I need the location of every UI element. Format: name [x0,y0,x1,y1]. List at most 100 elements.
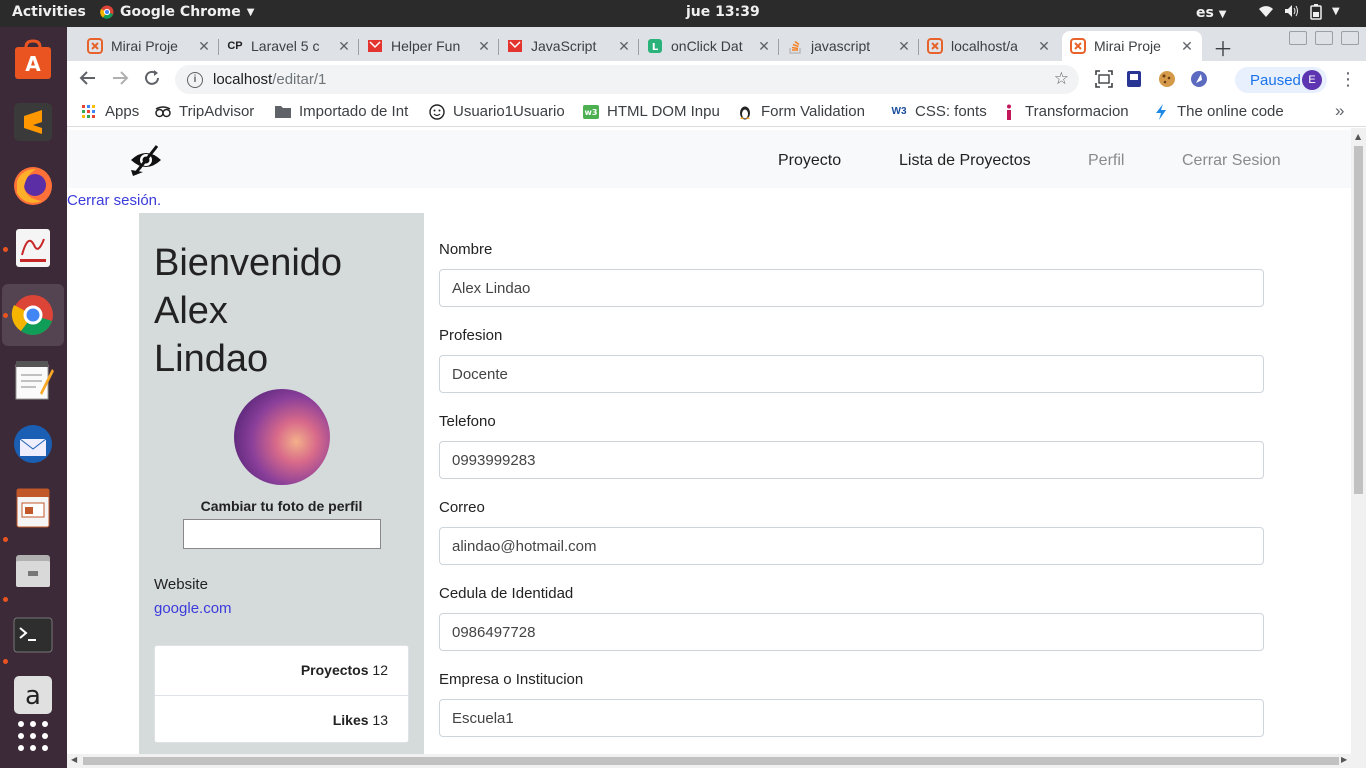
tab[interactable]: L onClick Dat ✕ [639,31,779,61]
site-logo-icon[interactable] [129,144,163,176]
language-indicator[interactable]: es ▼ [1196,5,1226,21]
correo-input[interactable] [439,527,1264,565]
cedula-label: Cedula de Identidad [439,585,574,602]
bookmark-usuario[interactable]: Usuario1Usuario [429,103,565,120]
back-icon[interactable] [79,69,97,92]
files-icon[interactable] [10,547,56,593]
url-path: /editar/1 [272,71,327,88]
close-icon[interactable]: ✕ [477,38,491,55]
cedula-input[interactable] [439,613,1264,651]
address-bar[interactable]: i localhost/editar/1 ☆ [175,65,1079,94]
app-menu[interactable]: Google Chrome ▼ [100,4,254,20]
bookmark-star-icon[interactable]: ☆ [1054,69,1069,89]
screen-capture-icon[interactable] [1095,70,1113,88]
activities-button[interactable]: Activities [12,4,86,20]
url-host: localhost [213,71,273,88]
impress-icon[interactable] [10,485,56,531]
laravel-icon [367,38,383,54]
telefono-input[interactable] [439,441,1264,479]
close-icon[interactable]: ✕ [1180,38,1194,55]
stat-label: Proyectos [300,662,369,678]
clock[interactable]: jue 13:39 [686,4,760,20]
sublime-text-icon[interactable] [10,99,56,145]
firefox-icon[interactable] [10,163,56,209]
close-icon[interactable]: ✕ [757,38,771,55]
bookmark-transformacion[interactable]: Transformacion [1001,103,1137,120]
svg-text:A: A [25,52,41,76]
maximize-window-button[interactable] [1315,31,1333,45]
show-applications-icon[interactable] [10,713,56,759]
nav-lista-proyectos[interactable]: Lista de Proyectos [899,152,1031,170]
bookmark-apps[interactable]: Apps [81,103,151,120]
close-icon[interactable]: ✕ [197,38,211,55]
bookmark-folder[interactable]: Importado de Int [275,103,411,120]
website-label: Website [154,576,208,593]
tab[interactable]: Helper Fun ✕ [359,31,499,61]
info-icon[interactable]: i [187,71,203,88]
profile-photo [234,389,330,485]
scrollbar-thumb[interactable] [1354,146,1363,494]
amazon-icon[interactable]: a [10,672,56,718]
scroll-left-icon[interactable]: ◀ [71,755,77,764]
system-status-menu[interactable]: ▼ [1258,4,1340,24]
xampp-icon [87,38,103,54]
tab-title: onClick Dat [671,38,743,54]
linux-icon [737,104,753,120]
cp-icon: CP [227,40,243,52]
tab-active[interactable]: Mirai Proje ✕ [1062,31,1202,61]
empresa-input[interactable] [439,699,1264,737]
close-icon[interactable]: ✕ [337,38,351,55]
reload-icon[interactable] [143,69,161,92]
chevron-down-icon: ▼ [1218,9,1227,20]
bookmark-form-validation[interactable]: Form Validation [737,103,875,120]
forward-icon[interactable] [111,69,129,92]
nav-cerrar-sesion[interactable]: Cerrar Sesion [1182,152,1281,170]
thunderbird-icon[interactable] [10,421,56,467]
tab[interactable]: localhost/a ✕ [919,31,1059,61]
bookmark-label: TripAdvisor [179,103,255,120]
horizontal-scrollbar[interactable]: ◀ ▶ [67,754,1366,768]
stat-likes: Likes 13 [155,695,408,744]
scroll-up-icon[interactable]: ▲ [1355,132,1361,141]
reader-extension-icon[interactable] [1125,70,1143,88]
photo-file-input[interactable] [183,519,381,549]
new-tab-button[interactable]: ＋ [1213,33,1233,62]
scrollbar-thumb[interactable] [83,757,1339,765]
scroll-right-icon[interactable]: ▶ [1341,755,1347,764]
profesion-input[interactable] [439,355,1264,393]
tab-title: JavaScript [531,38,597,54]
minimize-window-button[interactable] [1289,31,1307,45]
tab[interactable]: JavaScript ✕ [499,31,639,61]
software-center-icon[interactable]: A [10,37,56,83]
bookmark-tripadvisor[interactable]: TripAdvisor [155,103,265,120]
tab[interactable]: Mirai Proje ✕ [79,31,219,61]
close-icon[interactable]: ✕ [617,38,631,55]
nav-proyecto[interactable]: Proyecto [778,152,841,170]
paused-label: Paused [1250,71,1301,89]
text-editor-icon[interactable] [10,357,56,403]
tab[interactable]: javascript ✕ [779,31,919,61]
extension-icon[interactable] [1190,70,1208,88]
more-options-icon[interactable]: ⋮ [1339,69,1357,90]
bookmark-label: HTML DOM Inpu [607,103,719,120]
logout-link[interactable]: Cerrar sesión. [67,192,161,209]
google-chrome-dock-icon[interactable] [10,292,56,338]
cookie-icon[interactable] [1158,70,1176,88]
bookmark-label: CSS: fonts [915,103,987,120]
close-window-button[interactable] [1341,31,1359,45]
nombre-input[interactable] [439,269,1264,307]
close-icon[interactable]: ✕ [897,38,911,55]
website-link[interactable]: google.com [154,600,232,617]
bookmark-css-fonts[interactable]: W3 CSS: fonts [891,103,991,120]
chevron-right-icon[interactable]: » [1335,101,1344,121]
terminal-icon[interactable] [10,612,56,658]
vertical-scrollbar[interactable]: ▲ [1351,128,1366,754]
close-icon[interactable]: ✕ [1037,38,1051,55]
profile-paused-button[interactable]: Paused E [1235,67,1327,93]
bookmark-online-code[interactable]: The online code [1153,103,1293,120]
bookmark-html-dom[interactable]: w3 HTML DOM Inpu [583,103,719,120]
nav-perfil[interactable]: Perfil [1088,152,1124,170]
document-viewer-icon[interactable] [10,225,56,271]
stackoverflow-icon [787,38,803,54]
tab[interactable]: CP Laravel 5 c ✕ [219,31,359,61]
